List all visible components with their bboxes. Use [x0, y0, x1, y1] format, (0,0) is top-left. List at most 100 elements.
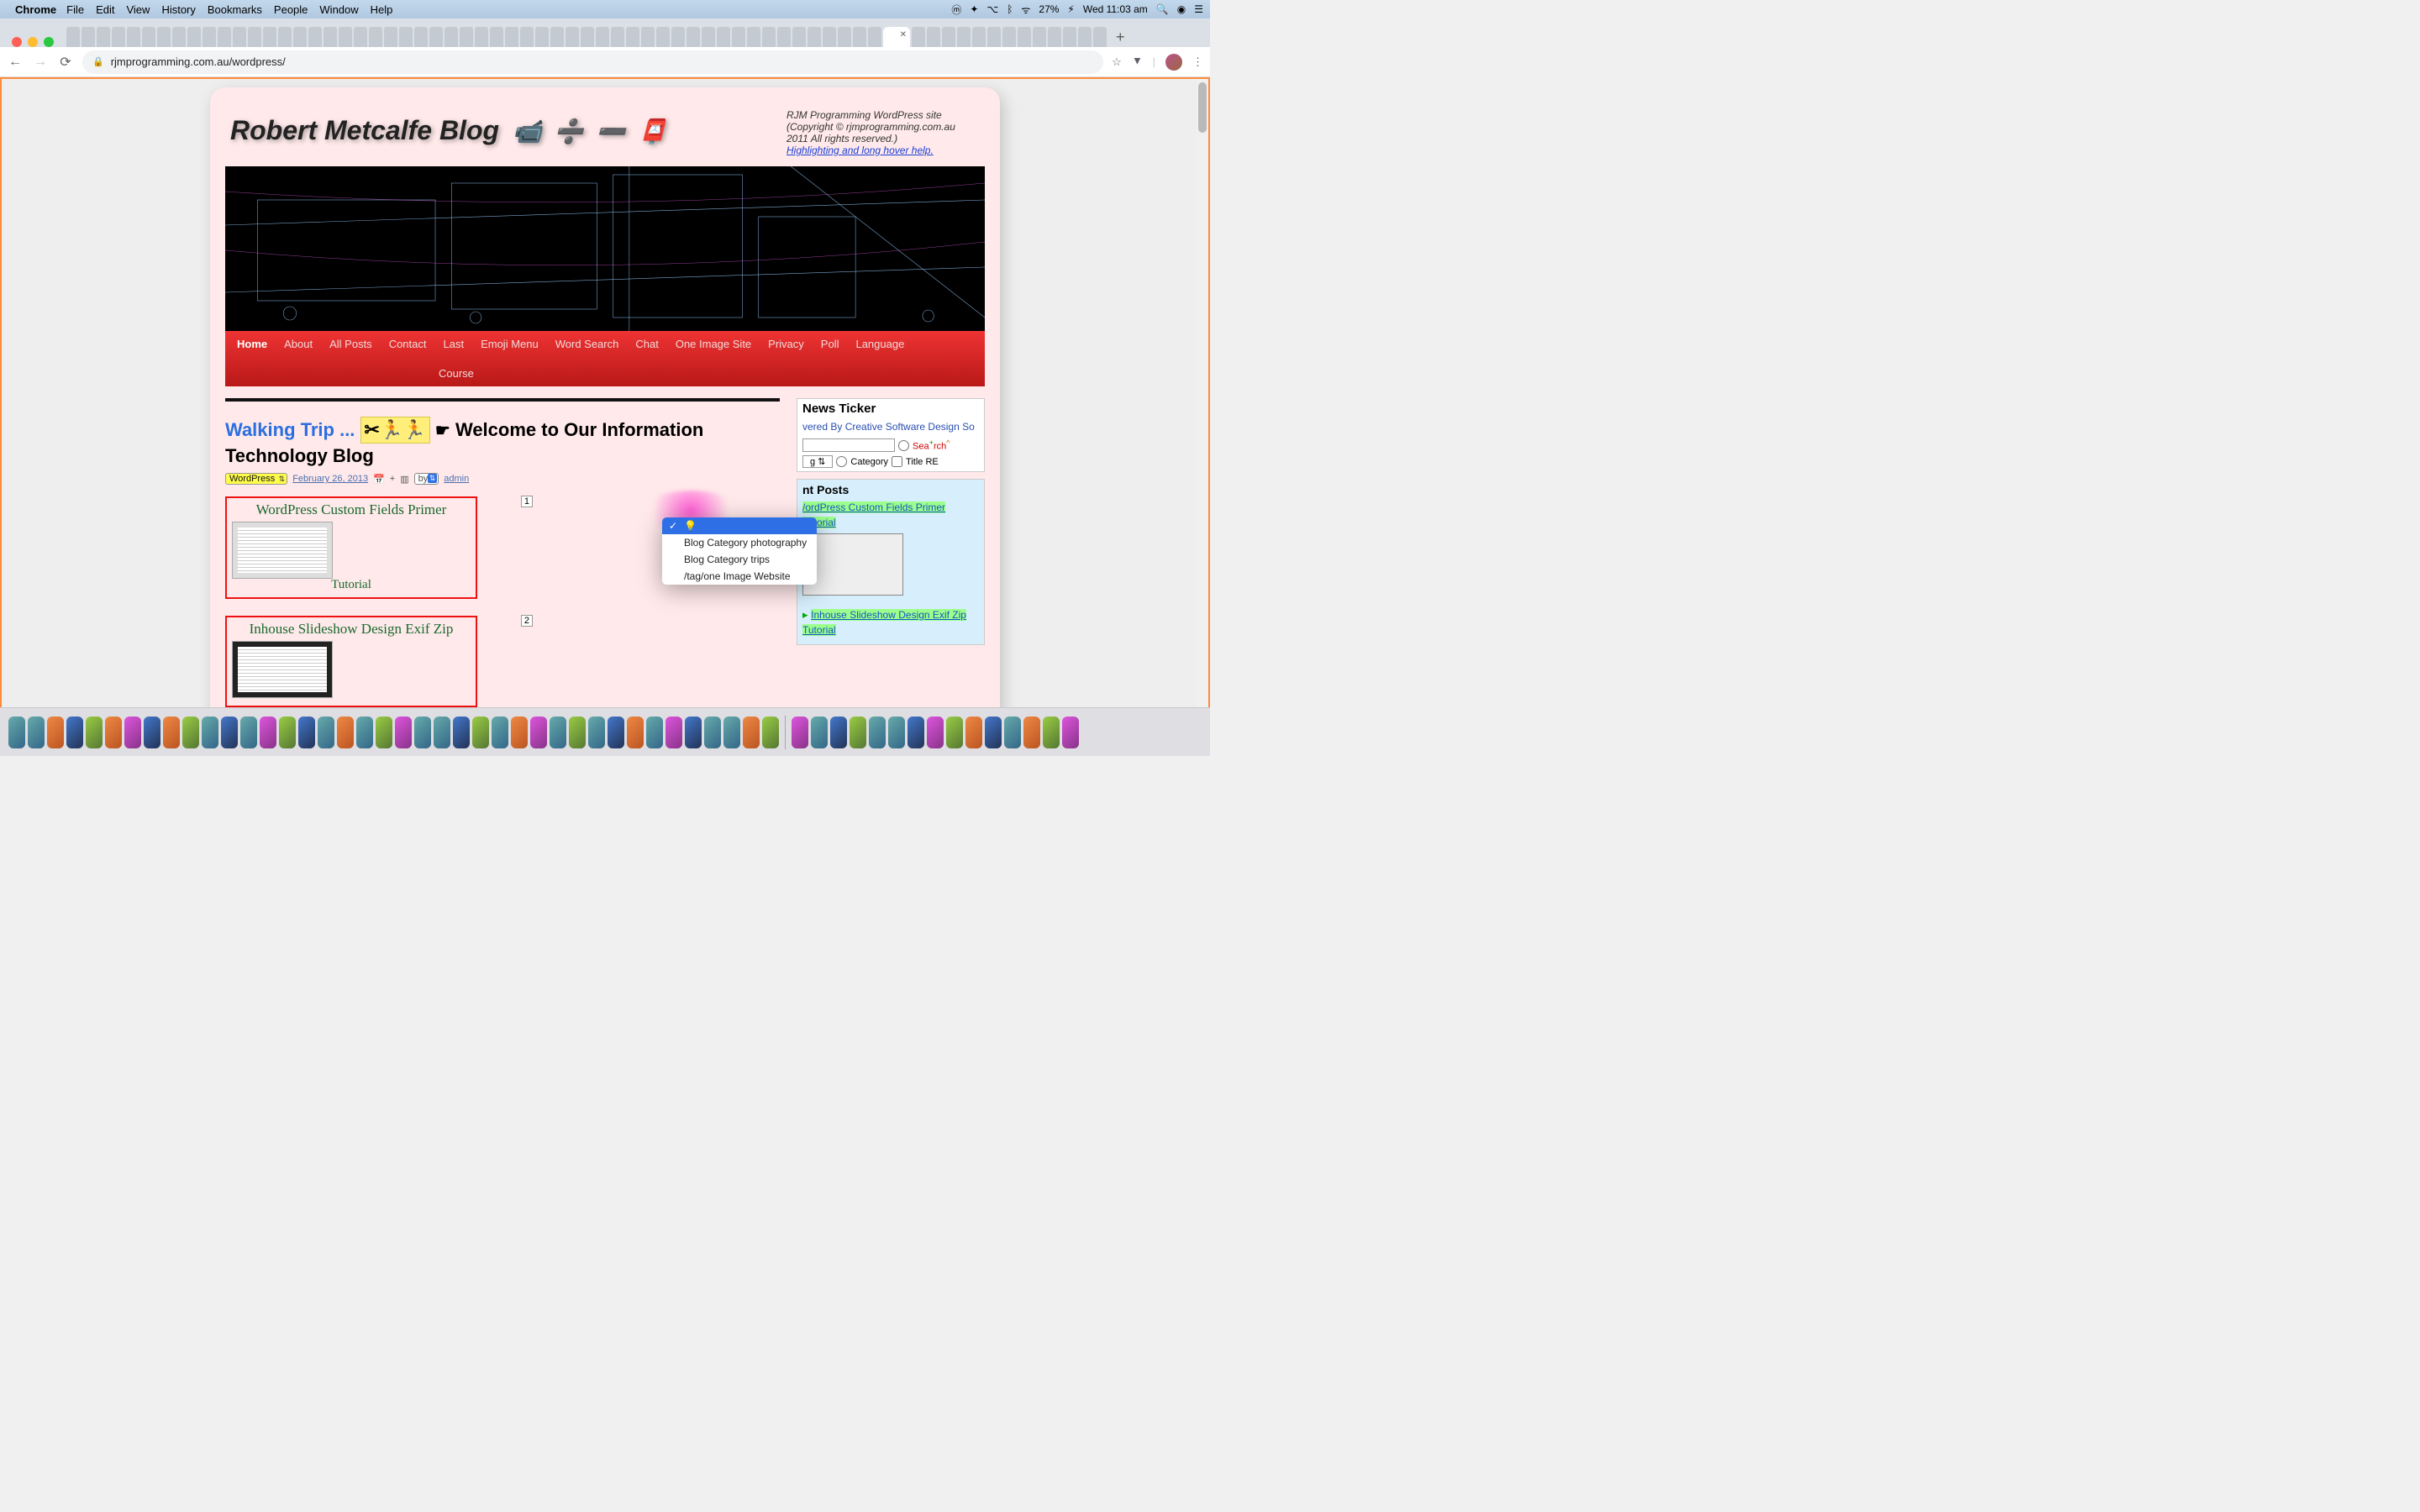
- extension-icon[interactable]: ▲: [1132, 55, 1143, 68]
- plus-icon[interactable]: +: [390, 474, 395, 484]
- search-input[interactable]: [802, 438, 895, 452]
- dock-app-icon[interactable]: [376, 717, 392, 748]
- dock-app-icon[interactable]: [646, 717, 663, 748]
- pinned-tab[interactable]: [157, 27, 171, 47]
- reload-button[interactable]: ⟳: [57, 54, 74, 71]
- pinned-tab[interactable]: [611, 27, 624, 47]
- nav-privacy[interactable]: Privacy: [768, 338, 804, 350]
- nav-about[interactable]: About: [284, 338, 313, 350]
- calendar-icon[interactable]: 📅: [373, 474, 385, 485]
- dock-app-icon[interactable]: [124, 717, 141, 748]
- menu-bookmarks[interactable]: Bookmarks: [208, 3, 262, 16]
- pinned-tab[interactable]: [1048, 27, 1061, 47]
- dock-app-icon[interactable]: [762, 717, 779, 748]
- pinned-tab[interactable]: [868, 27, 881, 47]
- dock-app-icon[interactable]: [298, 717, 315, 748]
- pinned-tab[interactable]: [1093, 27, 1107, 47]
- pinned-tab[interactable]: [596, 27, 609, 47]
- dock-app-icon[interactable]: [28, 717, 45, 748]
- zoom-window-button[interactable]: [44, 37, 54, 47]
- clock[interactable]: Wed 11:03 am: [1083, 3, 1148, 15]
- dock-app-icon[interactable]: [8, 717, 25, 748]
- pinned-tab[interactable]: [808, 27, 821, 47]
- dropdown-option[interactable]: Blog Category trips: [662, 551, 817, 568]
- post-card-2[interactable]: 2 Inhouse Slideshow Design Exif Zip: [225, 616, 477, 707]
- wifi-icon[interactable]: ᯤ: [1021, 3, 1030, 17]
- dropdown-option-selected[interactable]: 💡: [662, 517, 817, 534]
- pinned-tab[interactable]: [324, 27, 337, 47]
- dock-app-icon[interactable]: [1004, 717, 1021, 748]
- dock-app-icon[interactable]: [182, 717, 199, 748]
- pinned-tab[interactable]: [747, 27, 760, 47]
- status-icon[interactable]: ✦: [970, 3, 978, 15]
- pinned-tab[interactable]: [293, 27, 307, 47]
- chrome-menu-icon[interactable]: ⋮: [1192, 55, 1203, 69]
- pinned-tab[interactable]: [248, 27, 261, 47]
- pinned-tab[interactable]: [927, 27, 940, 47]
- pinned-tab[interactable]: [972, 27, 986, 47]
- dock-app-icon[interactable]: [1043, 717, 1060, 748]
- dock-app-icon[interactable]: [1062, 717, 1079, 748]
- dock-app-icon[interactable]: [830, 717, 847, 748]
- tag-select[interactable]: g ⇅: [802, 455, 833, 468]
- dock-app-icon[interactable]: [608, 717, 624, 748]
- dock-app-icon[interactable]: [434, 717, 450, 748]
- pinned-tab[interactable]: [762, 27, 776, 47]
- pinned-tab[interactable]: [460, 27, 473, 47]
- menu-view[interactable]: View: [126, 3, 150, 16]
- menu-history[interactable]: History: [161, 3, 195, 16]
- pinned-tab[interactable]: [581, 27, 594, 47]
- dock-app-icon[interactable]: [588, 717, 605, 748]
- dock-app-icon[interactable]: [337, 717, 354, 748]
- pinned-tab[interactable]: [429, 27, 443, 47]
- category-radio[interactable]: [836, 456, 847, 467]
- dropdown-option[interactable]: Blog Category photography: [662, 534, 817, 551]
- dock-app-icon[interactable]: [550, 717, 566, 748]
- pinned-tab[interactable]: [505, 27, 518, 47]
- camera-icon[interactable]: 📹: [513, 118, 542, 144]
- pinned-tab[interactable]: [942, 27, 955, 47]
- pinned-tab[interactable]: [987, 27, 1001, 47]
- pinned-tab[interactable]: [838, 27, 851, 47]
- dock-app-icon[interactable]: [163, 717, 180, 748]
- hover-help-link[interactable]: Highlighting and long hover help.: [786, 144, 934, 156]
- pinned-tab[interactable]: [218, 27, 231, 47]
- dock-app-icon[interactable]: [240, 717, 257, 748]
- active-tab[interactable]: [883, 27, 910, 47]
- walking-trip-link[interactable]: Walking Trip ...: [225, 419, 355, 440]
- dock-app-icon[interactable]: [144, 717, 160, 748]
- pinned-tab[interactable]: [1078, 27, 1092, 47]
- address-bar[interactable]: 🔒 rjmprogramming.com.au/wordpress/: [82, 50, 1103, 74]
- pinned-tab[interactable]: [717, 27, 730, 47]
- runner-emoji-box[interactable]: ✂🏃🏃: [360, 417, 430, 444]
- pinned-tab[interactable]: [399, 27, 413, 47]
- dock-app-icon[interactable]: [453, 717, 470, 748]
- divide-icon[interactable]: ➗: [555, 118, 584, 144]
- menu-edit[interactable]: Edit: [96, 3, 114, 16]
- dock-app-icon[interactable]: [811, 717, 828, 748]
- pinned-tab[interactable]: [550, 27, 564, 47]
- pinned-tab[interactable]: [187, 27, 201, 47]
- dock-app-icon[interactable]: [908, 717, 924, 748]
- dock-app-icon[interactable]: [66, 717, 83, 748]
- nav-all-posts[interactable]: All Posts: [329, 338, 372, 350]
- pinned-tab[interactable]: [308, 27, 322, 47]
- pinned-tab[interactable]: [354, 27, 367, 47]
- pinned-tab[interactable]: [777, 27, 791, 47]
- author-link[interactable]: admin: [444, 474, 469, 484]
- dock-app-icon[interactable]: [704, 717, 721, 748]
- pinned-tab[interactable]: [263, 27, 276, 47]
- pinned-tab[interactable]: [475, 27, 488, 47]
- nav-chat[interactable]: Chat: [635, 338, 658, 350]
- nav-poll[interactable]: Poll: [821, 338, 839, 350]
- pinned-tab[interactable]: [1063, 27, 1076, 47]
- dock-app-icon[interactable]: [965, 717, 982, 748]
- airplay-icon[interactable]: ⌥: [986, 3, 998, 15]
- nav-contact[interactable]: Contact: [389, 338, 427, 350]
- new-tab-button[interactable]: +: [1116, 29, 1125, 46]
- dock-app-icon[interactable]: [86, 717, 103, 748]
- dock-app-icon[interactable]: [318, 717, 334, 748]
- battery-icon[interactable]: ⚡︎: [1067, 3, 1074, 15]
- dock-app-icon[interactable]: [221, 717, 238, 748]
- pinned-tab[interactable]: [520, 27, 534, 47]
